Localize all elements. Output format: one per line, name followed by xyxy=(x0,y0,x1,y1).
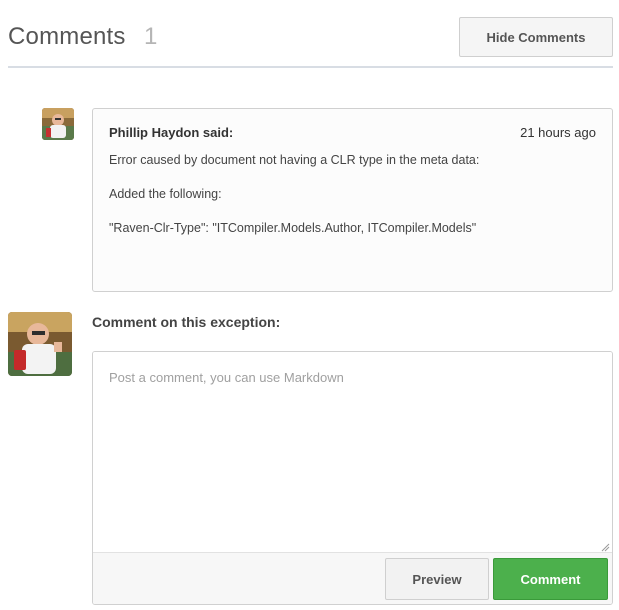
comment-author[interactable]: Phillip Haydon said: xyxy=(109,125,233,140)
comments-title: Comments xyxy=(8,23,126,50)
comment-form: Preview Comment xyxy=(92,351,613,605)
comments-header: Comments 1 Hide Comments xyxy=(8,17,613,67)
comment-textarea[interactable] xyxy=(93,352,612,552)
comment-card: Phillip Haydon said: 21 hours ago Error … xyxy=(92,108,613,292)
comment-body: Error caused by document not having a CL… xyxy=(109,152,501,254)
submit-comment-button[interactable]: Comment xyxy=(493,558,608,600)
preview-button[interactable]: Preview xyxy=(385,558,489,600)
current-user-avatar[interactable] xyxy=(8,312,72,376)
comment-author-avatar[interactable] xyxy=(42,108,74,140)
avatar-photo-icon xyxy=(42,108,74,140)
hide-comments-button[interactable]: Hide Comments xyxy=(459,17,613,57)
comment-paragraph: Error caused by document not having a CL… xyxy=(109,153,480,167)
comment-paragraph: Added the following: xyxy=(109,187,222,201)
header-divider xyxy=(8,66,613,68)
comment-form-footer: Preview Comment xyxy=(93,552,612,604)
resize-grip-icon[interactable] xyxy=(600,542,610,552)
comment-paragraph: "Raven-Clr-Type": "ITCompiler.Models.Aut… xyxy=(109,221,477,235)
comment-form-label: Comment on this exception: xyxy=(92,314,281,330)
comment-timestamp: 21 hours ago xyxy=(520,125,596,140)
avatar-photo-icon xyxy=(8,312,72,376)
comments-count: 1 xyxy=(144,23,158,50)
